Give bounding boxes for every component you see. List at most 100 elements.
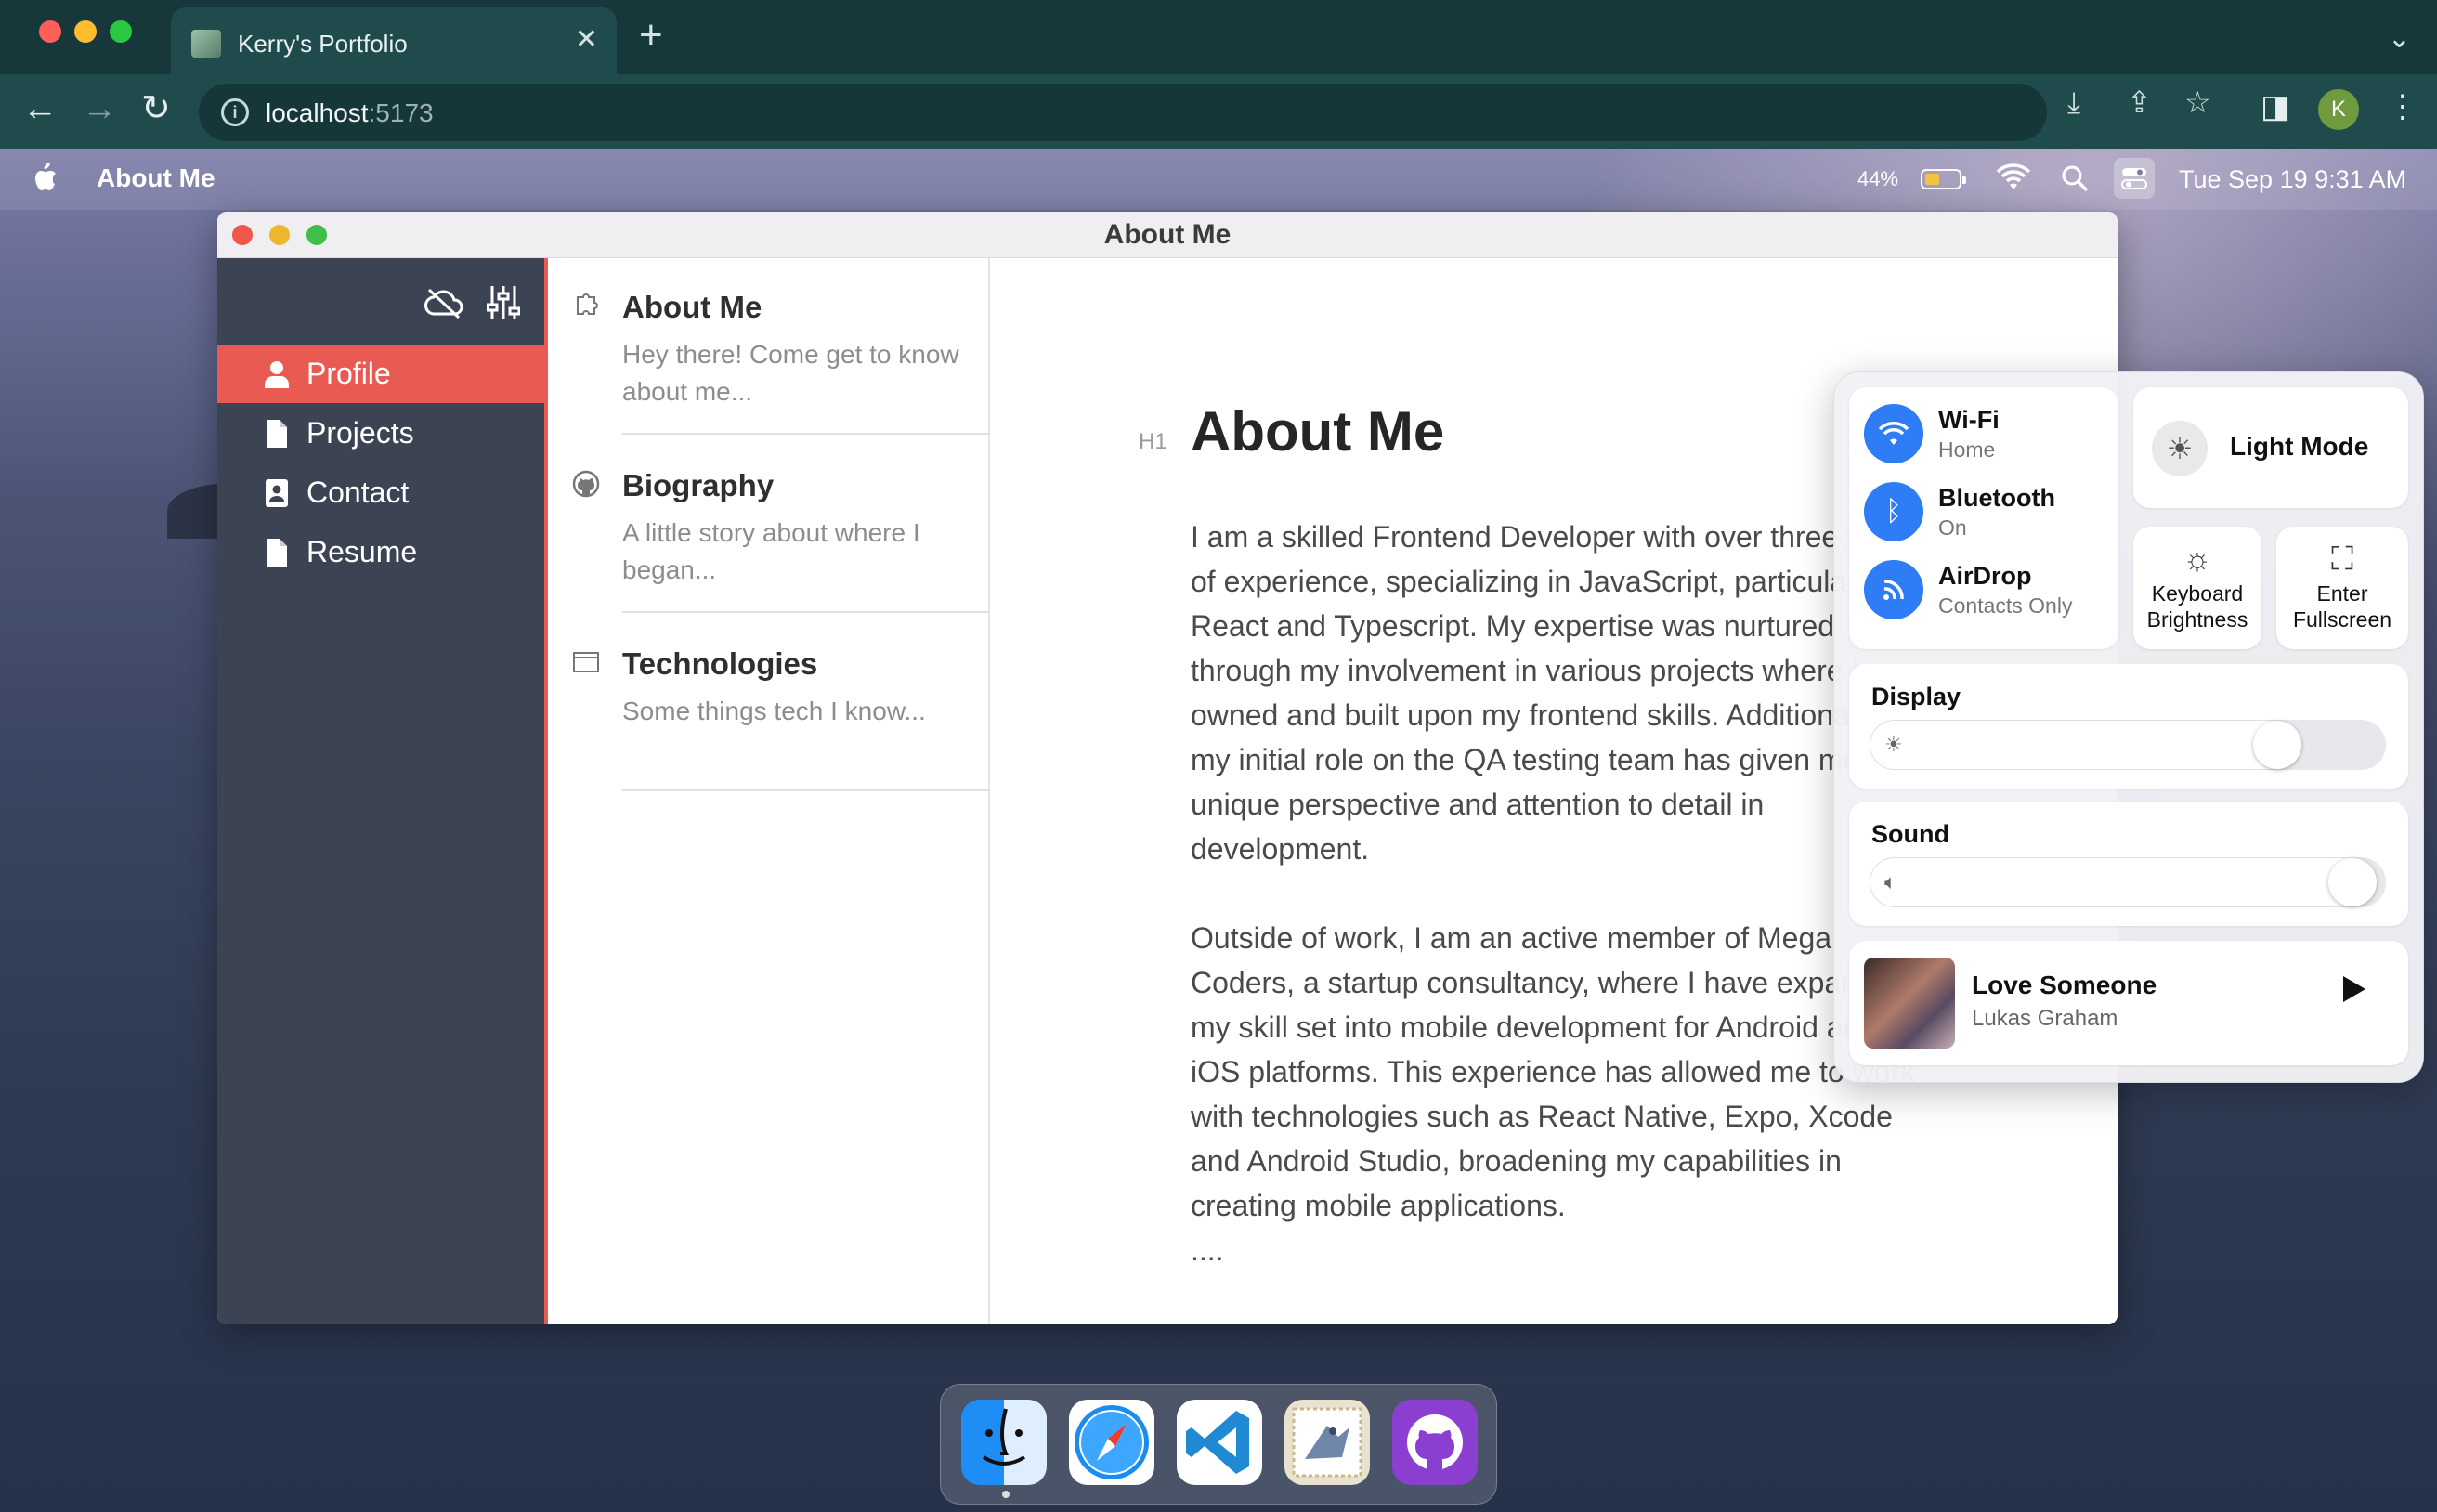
- more-menu-icon[interactable]: ⋮: [2387, 91, 2418, 123]
- sound-label: Sound: [1871, 820, 1949, 848]
- list-item-about-me[interactable]: About Me Hey there! Come get to know abo…: [548, 258, 988, 435]
- sidebar-item-resume[interactable]: Resume: [217, 524, 544, 581]
- forward-arrow-icon[interactable]: →: [82, 91, 117, 126]
- tab-title: Kerry's Portfolio: [238, 30, 408, 58]
- volume-slider-knob[interactable]: [2328, 858, 2377, 906]
- album-art: [1864, 958, 1955, 1049]
- list-item-title: Biography: [622, 468, 775, 502]
- airdrop-icon: [1864, 560, 1923, 619]
- sidebar-item-profile[interactable]: Profile: [217, 345, 544, 403]
- enter-fullscreen-button[interactable]: ⛶ Enter Fullscreen: [2276, 527, 2408, 649]
- fullscreen-icon: ⛶: [2331, 541, 2353, 577]
- github-icon: [572, 470, 600, 498]
- settings-sliders-icon[interactable]: [487, 284, 520, 321]
- wifi-icon[interactable]: [1995, 163, 2032, 193]
- display-brightness-slider[interactable]: ☀: [1870, 720, 2386, 770]
- wifi-toggle[interactable]: Wi-Fi Home: [1864, 400, 2105, 467]
- browser-tab-bar: Kerry's Portfolio ✕ + ⌄: [0, 0, 2437, 74]
- browser-maximize-button[interactable]: [110, 20, 132, 43]
- new-tab-icon[interactable]: +: [639, 15, 663, 56]
- sidebar-item-contact[interactable]: Contact: [217, 464, 544, 522]
- control-center-icon[interactable]: [2114, 158, 2155, 199]
- display-slider-knob[interactable]: [2253, 721, 2301, 769]
- light-mode-toggle[interactable]: ☀ Light Mode: [2133, 387, 2408, 508]
- menubar-clock[interactable]: Tue Sep 19 9:31 AM: [2179, 165, 2406, 194]
- spotlight-search-icon[interactable]: [2060, 163, 2090, 193]
- list-item-title: About Me: [622, 290, 762, 324]
- browser-close-button[interactable]: [39, 20, 61, 43]
- tab-close-icon[interactable]: ✕: [575, 26, 598, 54]
- safari-icon[interactable]: [1069, 1400, 1154, 1485]
- bluetooth-icon: ᛒ: [1864, 482, 1923, 541]
- bluetooth-title: Bluetooth: [1938, 484, 2055, 512]
- bluetooth-toggle[interactable]: ᛒ Bluetooth On: [1864, 478, 2105, 545]
- vscode-icon[interactable]: [1177, 1400, 1262, 1485]
- divider: [622, 611, 988, 613]
- keyboard-brightness-label: Keyboard Brightness: [2146, 581, 2248, 632]
- reload-icon[interactable]: ↻: [141, 91, 171, 126]
- fullscreen-label: Enter Fullscreen: [2292, 581, 2392, 632]
- side-panel-icon[interactable]: ◨: [2261, 91, 2290, 123]
- list-item-description: Hey there! Come get to know about me...: [622, 340, 959, 406]
- heading-tag: H1: [1139, 429, 1167, 454]
- window-title: About Me: [1103, 219, 1232, 250]
- bookmark-star-icon[interactable]: ☆: [2184, 87, 2211, 117]
- divider: [622, 433, 988, 435]
- list-item-technologies[interactable]: Technologies Some things tech I know...: [548, 615, 988, 791]
- brightness-icon: ☀: [1884, 733, 1903, 756]
- airdrop-toggle[interactable]: AirDrop Contacts Only: [1864, 556, 2105, 623]
- wifi-icon: [1864, 404, 1923, 463]
- sound-card: Sound 🔈︎: [1849, 802, 2408, 926]
- window-titlebar: About Me: [217, 212, 2118, 258]
- page-title: About Me: [1191, 400, 1445, 463]
- sidebar-item-label: Projects: [306, 416, 414, 450]
- list-item-description: A little story about where I began...: [622, 518, 920, 584]
- sidebar-item-projects[interactable]: Projects: [217, 405, 544, 463]
- puzzle-icon: [577, 293, 598, 315]
- keyboard-brightness-icon: ☼: [2183, 541, 2212, 577]
- running-indicator: [1002, 1491, 1010, 1498]
- install-app-icon[interactable]: ⤓: [2067, 87, 2080, 117]
- apple-logo-icon[interactable]: [32, 162, 58, 193]
- sidebar-item-label: Contact: [306, 476, 410, 509]
- sidebar-item-label: Profile: [306, 357, 391, 390]
- paragraph-1: I am a skilled Frontend Developer with o…: [1191, 520, 1920, 866]
- network-card: Wi-Fi Home ᛒ Bluetooth On AirDrop Contac…: [1849, 387, 2118, 649]
- now-playing-card: Love Someone Lukas Graham: [1849, 941, 2408, 1065]
- finder-icon[interactable]: [961, 1400, 1047, 1485]
- play-icon[interactable]: [2343, 976, 2365, 1002]
- battery-icon[interactable]: [1921, 169, 1966, 189]
- user-icon: [265, 361, 289, 388]
- back-arrow-icon[interactable]: ←: [22, 91, 58, 126]
- cloud-offline-icon[interactable]: [424, 286, 464, 319]
- airdrop-subtitle: Contacts Only: [1938, 593, 2073, 618]
- menu-bar: About Me 44% Tue Sep 19 9:31 AM: [0, 149, 2437, 210]
- light-mode-label: Light Mode: [2230, 432, 2369, 461]
- site-info-icon[interactable]: i: [221, 98, 249, 126]
- file-icon: [267, 420, 287, 448]
- profile-avatar[interactable]: K: [2318, 89, 2359, 130]
- contact-card-icon: [266, 479, 288, 507]
- dock: [940, 1384, 1497, 1505]
- section-list: About Me Hey there! Come get to know abo…: [544, 258, 990, 1324]
- paragraph-2: Outside of work, I am an active member o…: [1191, 921, 1916, 1222]
- artist-name: Lukas Graham: [1972, 1006, 2118, 1031]
- url-text: localhost:5173: [266, 98, 434, 127]
- share-icon[interactable]: ⇪: [2127, 87, 2152, 117]
- list-item-biography[interactable]: Biography A little story about where I b…: [548, 437, 988, 613]
- address-bar[interactable]: i localhost:5173: [199, 84, 2047, 141]
- file-icon: [267, 539, 287, 567]
- ellipsis-text: ....: [1191, 1233, 1224, 1267]
- volume-slider[interactable]: 🔈︎: [1870, 857, 2386, 907]
- menubar-app-name[interactable]: About Me: [97, 163, 215, 193]
- browser-minimize-button[interactable]: [74, 20, 97, 43]
- speaker-icon: 🔈︎: [1884, 870, 1897, 893]
- song-title: Love Someone: [1972, 971, 2157, 999]
- keyboard-brightness-button[interactable]: ☼ Keyboard Brightness: [2133, 527, 2261, 649]
- browser-tab[interactable]: Kerry's Portfolio ✕: [171, 7, 617, 74]
- tab-search-chevron-icon[interactable]: ⌄: [2388, 22, 2411, 55]
- list-item-description: Some things tech I know...: [622, 697, 926, 725]
- github-icon[interactable]: [1392, 1400, 1478, 1485]
- display-card: Display ☀: [1849, 664, 2408, 789]
- mail-icon[interactable]: [1284, 1400, 1370, 1485]
